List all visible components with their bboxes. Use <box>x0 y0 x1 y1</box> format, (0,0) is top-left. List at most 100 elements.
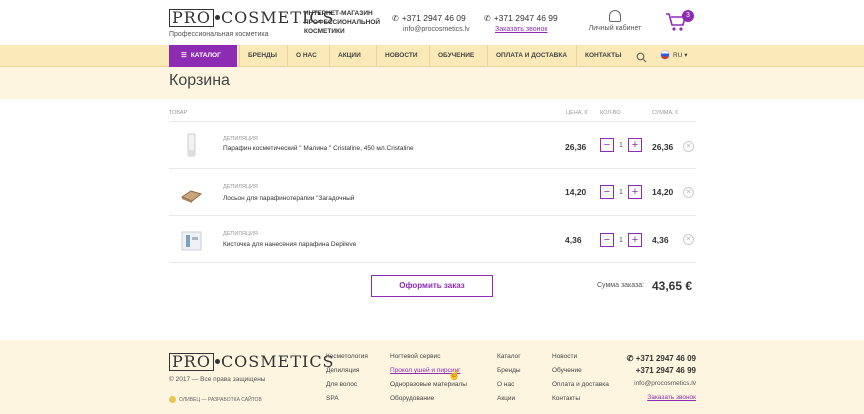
increase-qty-button[interactable]: + <box>628 185 642 199</box>
increase-qty-button[interactable]: + <box>628 233 642 247</box>
footer-link[interactable]: Обучение <box>552 366 609 380</box>
product-name-link[interactable]: Парафин косметический " Малина " Cristal… <box>223 145 414 152</box>
main-nav: ☰ Каталог Бренды О нас Акции Новости Обуч… <box>0 45 864 67</box>
page-title: Корзина <box>169 72 230 89</box>
total-label: Сумма заказа: <box>597 282 645 289</box>
product-price: 14,20 <box>565 187 587 197</box>
language-selector[interactable]: RU ▾ <box>660 45 687 67</box>
product-image[interactable] <box>179 226 204 253</box>
cart-row: Депиляция Парафин косметический " Малина… <box>169 121 696 168</box>
site-header: PRO COSMETICS Профессиональная косметика… <box>0 0 864 45</box>
nav-catalog[interactable]: ☰ Каталог <box>169 45 237 67</box>
qty-input[interactable]: 1 <box>614 237 628 244</box>
footer-col-categories-1: Косметология Депиляция Для волос SPA <box>326 352 368 408</box>
footer-logo[interactable]: PRO COSMETICS <box>169 352 335 371</box>
footer-link[interactable]: Бренды <box>497 366 521 380</box>
developer-link[interactable]: ОЛИВЕЦ — РАЗРАБОТКА САЙТОВ <box>169 396 262 403</box>
product-name-link[interactable]: Лосьон для парафинотерапии "Загадочный <box>223 195 354 202</box>
cart-row: Депиляция Кисточка для нанесения парафин… <box>169 215 696 262</box>
decrease-qty-button[interactable]: − <box>600 233 614 247</box>
footer-link[interactable]: Каталог <box>497 352 521 366</box>
footer-link[interactable]: Контакты <box>552 394 609 408</box>
footer-link[interactable]: Для волос <box>326 380 368 394</box>
product-price: 4,36 <box>565 235 582 245</box>
header-phone-1[interactable]: ✆ +371 2947 46 09 <box>392 13 466 23</box>
header-callback-link[interactable]: Заказать звонок <box>495 26 547 33</box>
footer-phone-1[interactable]: ✆ +371 2947 46 09 <box>612 354 696 366</box>
nav-payment-delivery[interactable]: Оплата и доставка <box>487 45 575 67</box>
footer-link[interactable]: О нас <box>497 380 521 394</box>
hand-cursor-icon: ☝ <box>448 370 461 381</box>
russian-flag-icon <box>660 50 670 61</box>
product-name-link[interactable]: Кисточка для нанесения парафина Depileve <box>223 241 356 248</box>
qty-input[interactable]: 1 <box>614 189 628 196</box>
footer-col-pages-1: Каталог Бренды О нас Акции <box>497 352 521 408</box>
product-sum: 26,36 <box>652 142 674 152</box>
remove-item-button[interactable]: ✕ <box>683 234 694 245</box>
menu-icon: ☰ <box>181 52 187 59</box>
header-phone-2[interactable]: ✆ +371 2947 46 99 <box>484 13 558 23</box>
remove-item-button[interactable]: ✕ <box>683 141 694 152</box>
footer-link[interactable]: Акции <box>497 394 521 408</box>
footer-phone-2[interactable]: +371 2947 46 99 <box>612 366 696 378</box>
header-email[interactable]: info@procosmetics.lv <box>403 26 470 33</box>
footer-link[interactable]: Оборудование <box>390 394 467 408</box>
footer-col-pages-2: Новости Обучение Оплата и доставка Конта… <box>552 352 609 408</box>
product-sum: 14,20 <box>652 187 674 197</box>
nav-news[interactable]: Новости <box>376 45 426 67</box>
footer-link[interactable]: Одноразовые материалы <box>390 380 467 394</box>
quantity-stepper: − 1 + <box>600 233 642 247</box>
col-header-qty: Кол-во <box>600 110 621 116</box>
product-price: 26,36 <box>565 142 587 152</box>
footer-callback-link[interactable]: Заказать звонок <box>612 394 696 401</box>
nav-brands[interactable]: Бренды <box>239 45 285 67</box>
checkout-button[interactable]: Оформить заказ <box>371 275 493 297</box>
footer-link[interactable]: Косметология <box>326 352 368 366</box>
logo-pro: PRO <box>169 8 214 27</box>
remove-item-button[interactable]: ✕ <box>683 187 694 198</box>
table-divider <box>169 262 696 263</box>
product-sum: 4,36 <box>652 235 669 245</box>
footer-email[interactable]: info@procosmetics.lv <box>612 380 696 392</box>
phone-icon: ✆ <box>626 354 634 363</box>
title-band: Корзина <box>0 67 864 99</box>
logo-pro: PRO <box>169 352 214 371</box>
nav-promotions[interactable]: Акции <box>329 45 369 67</box>
product-image[interactable] <box>179 179 204 206</box>
cart-button[interactable]: 3 <box>665 10 694 37</box>
col-header-price: Цена, € <box>566 110 588 116</box>
quantity-stepper: − 1 + <box>600 138 642 152</box>
footer-link[interactable]: Оплата и доставка <box>552 380 609 394</box>
footer-link[interactable]: Ногтевой сервис <box>390 352 467 366</box>
personal-cabinet-button[interactable]: Личный кабинет <box>588 10 642 32</box>
col-header-sum: Сумма, € <box>652 110 679 116</box>
nav-contacts[interactable]: Контакты <box>576 45 629 67</box>
search-icon[interactable] <box>636 50 647 63</box>
footer-link[interactable]: Новости <box>552 352 609 366</box>
phone-icon: ✆ <box>392 14 399 23</box>
logo-dot <box>214 359 220 364</box>
chevron-down-icon: ▾ <box>684 52 688 59</box>
logo-dot <box>214 15 220 20</box>
product-category: Депиляция <box>223 231 258 237</box>
cart-count-badge: 3 <box>682 10 694 22</box>
nav-training[interactable]: Обучение <box>429 45 482 67</box>
footer-link[interactable]: Депиляция <box>326 366 368 380</box>
total-value: 43,65 € <box>652 279 693 293</box>
footer-contacts: ✆ +371 2947 46 09 +371 2947 46 99 info@p… <box>612 354 696 401</box>
logo-cosmetics: COSMETICS <box>220 352 335 371</box>
footer-link[interactable]: SPA <box>326 394 368 408</box>
cabinet-label: Личный кабинет <box>588 25 642 32</box>
decrease-qty-button[interactable]: − <box>600 185 614 199</box>
qty-input[interactable]: 1 <box>614 142 628 149</box>
copyright: © 2017 — Все права защищены <box>169 376 266 383</box>
product-image[interactable] <box>179 132 204 159</box>
developer-logo-icon <box>169 396 176 403</box>
product-category: Депиляция <box>223 136 258 142</box>
increase-qty-button[interactable]: + <box>628 138 642 152</box>
nav-about[interactable]: О нас <box>287 45 325 67</box>
quantity-stepper: − 1 + <box>600 185 642 199</box>
site-footer: PRO COSMETICS © 2017 — Все права защищен… <box>0 340 864 414</box>
decrease-qty-button[interactable]: − <box>600 138 614 152</box>
cart-row: Депиляция Лосьон для парафинотерапии "За… <box>169 168 696 215</box>
